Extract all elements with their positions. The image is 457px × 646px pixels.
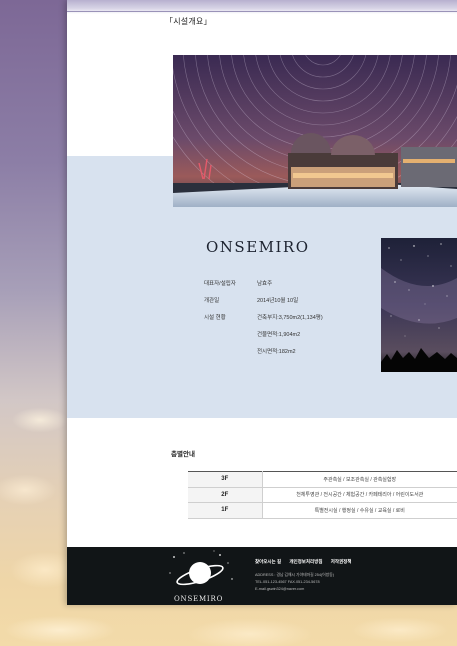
table-row: 3F 주관측실 / 보조관측실 / 관측실험장 xyxy=(188,471,457,488)
floor-label: 3F xyxy=(188,471,263,488)
info-label-founder: 대표자/설립자 xyxy=(204,281,236,287)
info-label-facility: 시설 현황 xyxy=(204,315,226,321)
floor-description: 주관측실 / 보조관측실 / 관측실험장 xyxy=(262,471,457,488)
footer-logo-text: ONSEMIRO xyxy=(174,595,224,603)
footer-email: E-mail.gswin324@naver.com xyxy=(255,587,305,591)
footer-contact: TEL.051-123-4567 FAX.051-234-5678 xyxy=(255,580,320,584)
info-value-site-area: 건축부지:3,750m2(1,134평) xyxy=(257,315,323,321)
floor-description: 특별전시실 / 행정실 / 수유실 / 교육실 / 로비 xyxy=(262,502,457,519)
floor-label: 2F xyxy=(188,487,263,503)
section-title: 「시설개요」 xyxy=(165,17,212,26)
info-value-founder: 남효주 xyxy=(257,281,273,287)
night-sky-photo xyxy=(381,238,457,372)
info-value-exhibition-area: 전시면적:182m2 xyxy=(257,349,296,355)
table-row: 1F 특별전시실 / 행정실 / 수유실 / 교육실 / 로비 xyxy=(188,502,457,519)
table-row: 2F 천체투영관 / 전시공간 / 체험공간 / 카페테리아 / 어린이도서관 xyxy=(188,487,457,503)
page-container: 「시설개요」 ONSEMIRO 대표자/설립자 남효주 개관일 2014년10월… xyxy=(67,0,457,605)
floor-table: 3F 주관측실 / 보조관측실 / 관측실험장 2F 천체투영관 / 전시공간 … xyxy=(188,471,457,519)
footer-address: ADDRESS : 경남 김해시 가야테마길 254(어방동) xyxy=(255,573,334,577)
bottom-clouds xyxy=(0,600,457,646)
footer-links: 찾아오시는 길 개인정보처리방침 저작권정책 xyxy=(255,559,358,565)
footer-link-directions[interactable]: 찾아오시는 길 xyxy=(255,559,281,564)
brand-logo: ONSEMIRO xyxy=(206,238,310,256)
info-label-opening: 개관일 xyxy=(204,298,220,304)
footer-link-privacy[interactable]: 개인정보처리방침 xyxy=(289,559,322,564)
floor-label: 1F xyxy=(188,502,263,519)
top-divider xyxy=(67,11,457,12)
info-value-opening: 2014년10월 10일 xyxy=(257,298,299,304)
info-value-building-area: 건물면적:1,904m2 xyxy=(257,332,301,338)
footer-link-copyright[interactable]: 저작권정책 xyxy=(331,559,352,564)
floor-guide-title: 층별안내 xyxy=(171,451,195,458)
floor-description: 천체투영관 / 전시공간 / 체험공간 / 카페테리아 / 어린이도서관 xyxy=(262,487,457,503)
top-strip xyxy=(67,0,457,14)
observatory-photo xyxy=(173,55,457,207)
